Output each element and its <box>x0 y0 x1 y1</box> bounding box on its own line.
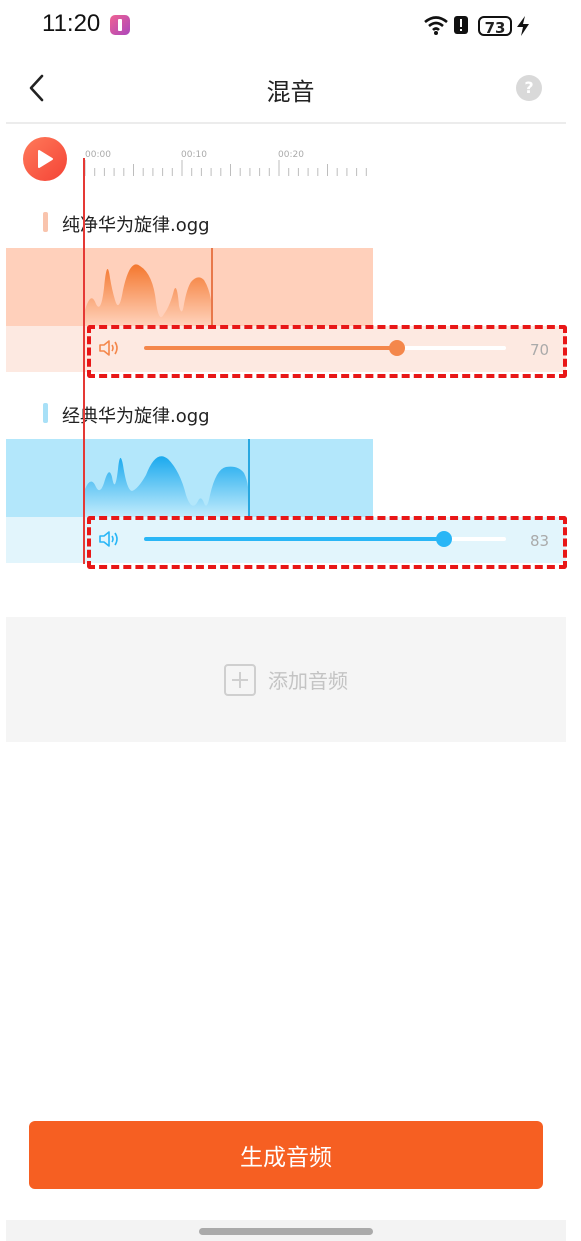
volume-slider-thumb[interactable] <box>436 531 452 547</box>
volume-slider-thumb[interactable] <box>389 340 405 356</box>
volume-slider-fill <box>144 537 444 541</box>
volume-slider-fill <box>144 346 397 350</box>
ruler-ticks <box>84 160 367 176</box>
track-color-marker <box>43 403 48 423</box>
page-title: 混音 <box>266 78 315 106</box>
wifi-icon <box>424 16 448 35</box>
battery-indicator: 73 <box>478 16 512 37</box>
help-button[interactable]: ? <box>516 75 542 101</box>
track-waveform-lane[interactable] <box>6 248 373 326</box>
play-icon <box>38 150 53 168</box>
charging-icon <box>517 16 529 36</box>
alert-icon <box>454 16 468 34</box>
track-color-marker <box>43 212 48 232</box>
volume-value: 70 <box>530 341 550 359</box>
waveform <box>85 439 250 517</box>
speaker-icon[interactable] <box>98 338 120 358</box>
app-notification-icon <box>110 15 130 35</box>
volume-slider[interactable] <box>144 340 506 356</box>
playhead[interactable] <box>83 158 85 564</box>
add-audio-label: 添加音频 <box>268 669 348 693</box>
home-indicator[interactable] <box>199 1228 373 1235</box>
play-button[interactable] <box>23 137 67 181</box>
status-time: 11:20 <box>42 10 101 37</box>
volume-control-highlight <box>87 516 567 569</box>
speaker-icon[interactable] <box>98 529 120 549</box>
header-divider <box>6 122 566 124</box>
add-audio-button[interactable]: 添加音频 <box>6 617 566 742</box>
waveform <box>85 248 213 326</box>
track-waveform-lane[interactable] <box>6 439 373 517</box>
timeline-ruler[interactable]: 00:00 00:10 00:20 <box>84 148 369 178</box>
generate-audio-button[interactable]: 生成音频 <box>29 1121 543 1189</box>
plus-icon <box>224 663 256 696</box>
volume-slider[interactable] <box>144 531 506 547</box>
volume-value: 83 <box>530 532 550 550</box>
volume-control-highlight <box>87 325 567 378</box>
